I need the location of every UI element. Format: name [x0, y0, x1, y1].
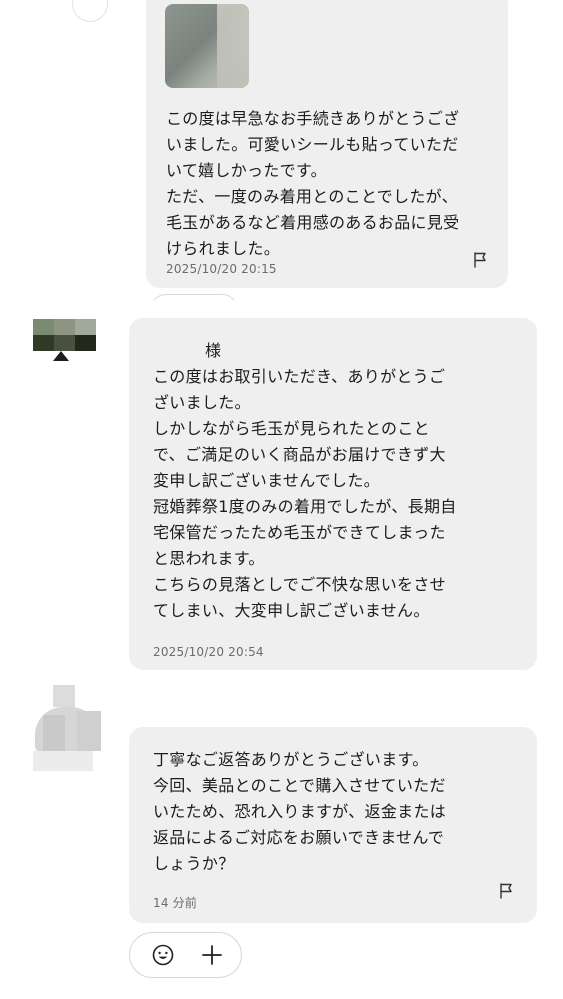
- flag-icon[interactable]: [499, 883, 513, 899]
- message-bubble: この度は早急なお手続きありがとうござ いました。可愛いシールも貼っていただ いて…: [146, 0, 508, 288]
- reaction-bar: [129, 932, 242, 978]
- message-timestamp: 2025/10/20 20:15: [166, 262, 277, 276]
- avatar[interactable]: [72, 0, 108, 22]
- recipient-name: 様: [153, 338, 221, 364]
- honorific-label: 様: [205, 341, 222, 360]
- plus-icon[interactable]: [199, 941, 225, 969]
- message-timestamp: 2025/10/20 20:54: [153, 645, 264, 659]
- message-text: この度は早急なお手続きありがとうござ いました。可愛いシールも貼っていただ いて…: [166, 109, 460, 258]
- message-text: この度はお取引いただき、ありがとうご ざいました。 しかしながら毛玉が見られたと…: [153, 367, 457, 620]
- redacted-name: [153, 344, 205, 359]
- attached-photo-thumbnail[interactable]: [165, 4, 249, 88]
- message-text: 丁寧なご返答ありがとうございます。 今回、美品とのことで購入させていただ いたた…: [153, 750, 447, 873]
- message-bubble: 様 この度はお取引いただき、ありがとうご ざいました。 しかしながら毛玉が見られ…: [129, 318, 537, 670]
- message-bubble: 丁寧なご返答ありがとうございます。 今回、美品とのことで購入させていただ いたた…: [129, 727, 537, 923]
- avatar[interactable]: [33, 685, 105, 775]
- message-timestamp: 14 分前: [153, 896, 198, 910]
- flag-icon[interactable]: [473, 252, 487, 268]
- avatar[interactable]: [33, 319, 97, 361]
- smile-icon[interactable]: [152, 944, 174, 966]
